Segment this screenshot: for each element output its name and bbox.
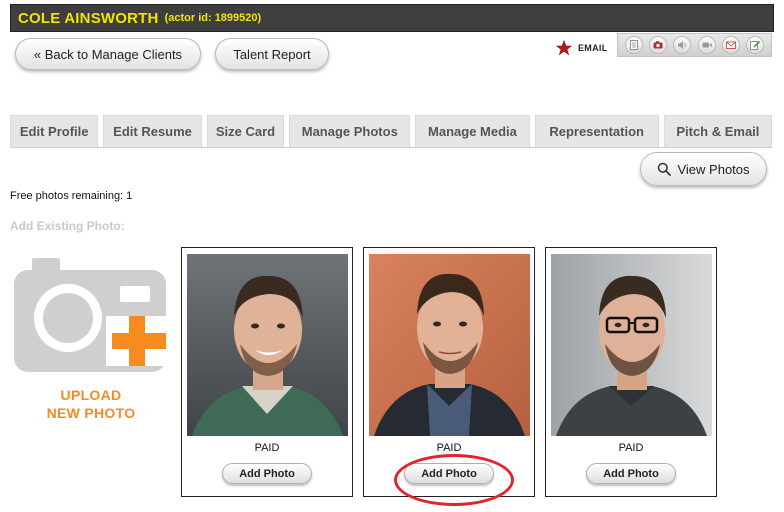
view-photos-label: View Photos — [677, 161, 750, 177]
back-to-manage-clients-button[interactable]: « Back to Manage Clients — [15, 38, 201, 70]
mail-icon[interactable] — [721, 36, 740, 54]
tab-representation[interactable]: Representation — [534, 115, 659, 147]
add-photo-button[interactable]: Add Photo — [586, 463, 676, 484]
tab-size-card[interactable]: Size Card — [206, 115, 285, 147]
edit-icon[interactable] — [745, 36, 764, 54]
talent-report-button[interactable]: Talent Report — [215, 38, 329, 70]
actor-header-bar: COLE AINSWORTH (actor id: 1899520) — [10, 4, 774, 32]
tool-icon-strip — [617, 33, 772, 57]
photo-status: PAID — [254, 442, 280, 454]
headshot-photo[interactable] — [187, 254, 348, 436]
add-photo-button[interactable]: Add Photo — [222, 463, 312, 484]
headshot-photo[interactable] — [551, 254, 712, 436]
upload-line-1: UPLOAD — [60, 387, 122, 403]
star-icon — [556, 40, 572, 56]
tab-manage-media[interactable]: Manage Media — [415, 115, 530, 147]
tab-pitch-email[interactable]: Pitch & Email — [663, 115, 772, 147]
tab-edit-profile[interactable]: Edit Profile — [10, 115, 99, 147]
video-icon[interactable] — [697, 36, 716, 54]
camera-icon[interactable] — [649, 36, 668, 54]
actor-name: COLE AINSWORTH — [18, 9, 159, 27]
notes-icon[interactable] — [625, 36, 644, 54]
free-photos-remaining: Free photos remaining: 1 — [10, 190, 133, 202]
tab-edit-resume[interactable]: Edit Resume — [103, 115, 202, 147]
headshot-photo[interactable] — [369, 254, 530, 436]
upload-new-photo-button[interactable]: UPLOAD NEW PHOTO — [12, 256, 170, 426]
add-existing-photo-heading: Add Existing Photo: — [10, 219, 125, 233]
upload-line-2: NEW PHOTO — [46, 405, 136, 421]
email-label: EMAIL — [578, 43, 608, 53]
highlight-annotation — [394, 454, 514, 506]
actor-id: (actor id: 1899520) — [164, 12, 262, 24]
camera-plus-icon — [14, 258, 168, 372]
profile-tabs: Edit Profile Edit Resume Size Card Manag… — [10, 115, 772, 147]
email-action[interactable]: EMAIL — [556, 40, 608, 56]
photo-status: PAID — [618, 442, 644, 454]
photo-card: PAID Add Photo — [545, 247, 717, 497]
view-photos-button[interactable]: View Photos — [640, 152, 767, 186]
search-icon — [658, 162, 672, 176]
tab-manage-photos[interactable]: Manage Photos — [289, 115, 411, 147]
photo-status: PAID — [436, 442, 462, 454]
upload-new-photo-label: UPLOAD NEW PHOTO — [12, 386, 170, 422]
photo-card: PAID Add Photo — [181, 247, 353, 497]
audio-icon[interactable] — [673, 36, 692, 54]
tabs-divider — [10, 147, 772, 148]
